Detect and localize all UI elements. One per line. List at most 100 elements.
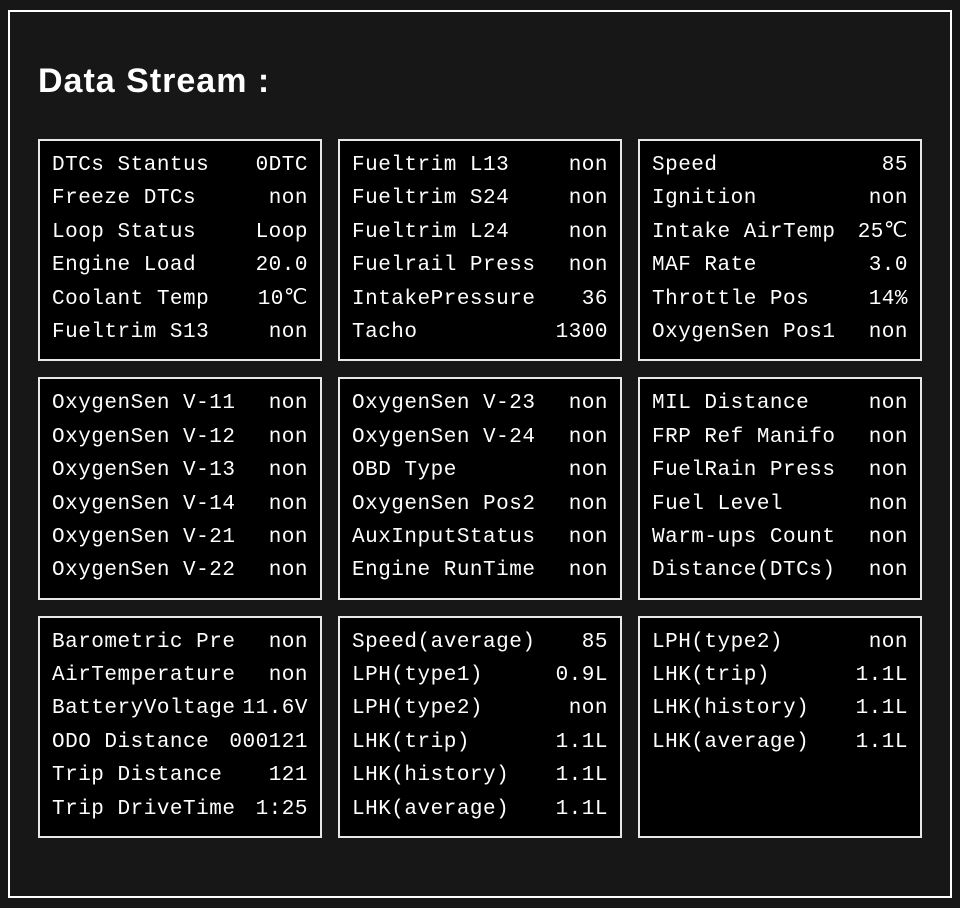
data-row: ODO Distance 000121 — [52, 728, 308, 757]
outer-frame: Data Stream : DTCs Stantus 0DTC Freeze DTC… — [8, 10, 952, 898]
data-row: OxygenSen V-14non — [52, 490, 308, 519]
data-label: Barometric Pre — [52, 628, 235, 657]
data-label: OxygenSen V-22 — [52, 556, 235, 585]
data-row: OBD Typenon — [352, 456, 608, 485]
data-value: non — [869, 456, 908, 485]
data-value: 1.1L — [856, 661, 908, 690]
data-row: Intake AirTemp25℃ — [652, 218, 908, 247]
data-value: 1.1L — [556, 728, 608, 757]
data-row: OxygenSen V-21non — [52, 523, 308, 552]
data-value: non — [869, 389, 908, 418]
data-value: non — [869, 318, 908, 347]
data-value: non — [869, 490, 908, 519]
data-label: Warm-ups Count — [652, 523, 835, 552]
data-label: Speed — [652, 151, 718, 180]
data-label: LPH(type2) — [652, 628, 783, 657]
data-value: 000121 — [229, 728, 308, 757]
data-value: non — [569, 523, 608, 552]
data-label: Fueltrim S24 — [352, 184, 509, 213]
data-row: Throttle Pos14% — [652, 285, 908, 314]
data-row: MAF Rate3.0 — [652, 251, 908, 280]
data-row: BatteryVoltage11.6V — [52, 694, 308, 723]
data-label: Freeze DTCs — [52, 184, 196, 213]
data-label: LHK(trip) — [652, 661, 770, 690]
data-value: non — [569, 251, 608, 280]
data-row: FuelRain Press non — [652, 456, 908, 485]
data-label: OxygenSen V-12 — [52, 423, 235, 452]
data-label: FuelRain Press — [652, 456, 835, 485]
data-row: LPH(type2) non — [652, 628, 908, 657]
data-label: Fueltrim L13 — [352, 151, 509, 180]
data-label: Engine RunTime — [352, 556, 535, 585]
data-value: non — [569, 556, 608, 585]
data-row: Warm-ups Count non — [652, 523, 908, 552]
data-value: 1.1L — [856, 694, 908, 723]
data-row: OxygenSen V-23non — [352, 389, 608, 418]
data-value: 36 — [582, 285, 608, 314]
data-label: Fuel Level — [652, 490, 783, 519]
data-row: Fuel Level non — [652, 490, 908, 519]
data-label: Throttle Pos — [652, 285, 809, 314]
page-title: Data Stream : — [38, 62, 922, 101]
data-row: Freeze DTCsnon — [52, 184, 308, 213]
data-row: LHK(average)1.1L — [652, 728, 908, 757]
data-row: OxygenSen Pos2non — [352, 490, 608, 519]
data-row: MIL Distancenon — [652, 389, 908, 418]
data-row: OxygenSen V-11non — [52, 389, 308, 418]
data-row: LHK(trip) 1.1L — [652, 661, 908, 690]
data-label: OxygenSen V-11 — [52, 389, 235, 418]
data-row: Coolant Temp10℃ — [52, 285, 308, 314]
data-label: AirTemperature — [52, 661, 235, 690]
data-grid: DTCs Stantus0DTCFreeze DTCsnonLoop Statu… — [38, 139, 922, 838]
data-value: non — [269, 456, 308, 485]
data-row: AuxInputStatusnon — [352, 523, 608, 552]
data-value: non — [569, 389, 608, 418]
data-label: Ignition — [652, 184, 757, 213]
data-value: non — [569, 490, 608, 519]
data-value: non — [269, 628, 308, 657]
data-value: non — [569, 423, 608, 452]
data-row: Trip DriveTime1:25 — [52, 795, 308, 824]
data-value: 11.6V — [242, 694, 308, 723]
data-row: Distance(DTCs) non — [652, 556, 908, 585]
data-label: OxygenSen V-14 — [52, 490, 235, 519]
data-label: Distance(DTCs) — [652, 556, 835, 585]
data-value: non — [869, 556, 908, 585]
data-label: LHK(average) — [352, 795, 509, 824]
data-value: 0DTC — [256, 151, 308, 180]
data-value: non — [269, 318, 308, 347]
data-value: non — [569, 184, 608, 213]
data-label: LPH(type1) — [352, 661, 483, 690]
data-label: FRP Ref Manifo — [652, 423, 835, 452]
data-value: 85 — [582, 628, 608, 657]
data-value: non — [869, 184, 908, 213]
data-row: OxygenSen V-22 non — [52, 556, 308, 585]
data-label: IntakePressure — [352, 285, 535, 314]
data-row: Speed(average)85 — [352, 628, 608, 657]
data-value: 1300 — [556, 318, 608, 347]
data-row: Ignition non — [652, 184, 908, 213]
data-row: LHK(trip)1.1L — [352, 728, 608, 757]
data-row: OxygenSen V-12non — [52, 423, 308, 452]
data-row: Loop StatusLoop — [52, 218, 308, 247]
data-value: non — [869, 523, 908, 552]
data-value: non — [869, 628, 908, 657]
data-label: ODO Distance — [52, 728, 209, 757]
data-value: 1:25 — [256, 795, 308, 824]
data-row: Fueltrim L24non — [352, 218, 608, 247]
data-label: BatteryVoltage — [52, 694, 235, 723]
data-value: 1.1L — [856, 728, 908, 757]
data-value: non — [269, 556, 308, 585]
data-label: Tacho — [352, 318, 418, 347]
data-row: OxygenSen V-13non — [52, 456, 308, 485]
data-value: non — [269, 661, 308, 690]
data-row: AirTemperature non — [52, 661, 308, 690]
data-value: 1.1L — [556, 761, 608, 790]
data-label: OBD Type — [352, 456, 457, 485]
data-row: LHK(history)1.1L — [652, 694, 908, 723]
data-panel: Fueltrim L13 non Fueltrim S24 non Fueltrim L… — [338, 139, 622, 361]
data-panel: DTCs Stantus0DTCFreeze DTCsnonLoop Statu… — [38, 139, 322, 361]
data-value: 20.0 — [256, 251, 308, 280]
data-label: DTCs Stantus — [52, 151, 209, 180]
data-row: Barometric Pre non — [52, 628, 308, 657]
